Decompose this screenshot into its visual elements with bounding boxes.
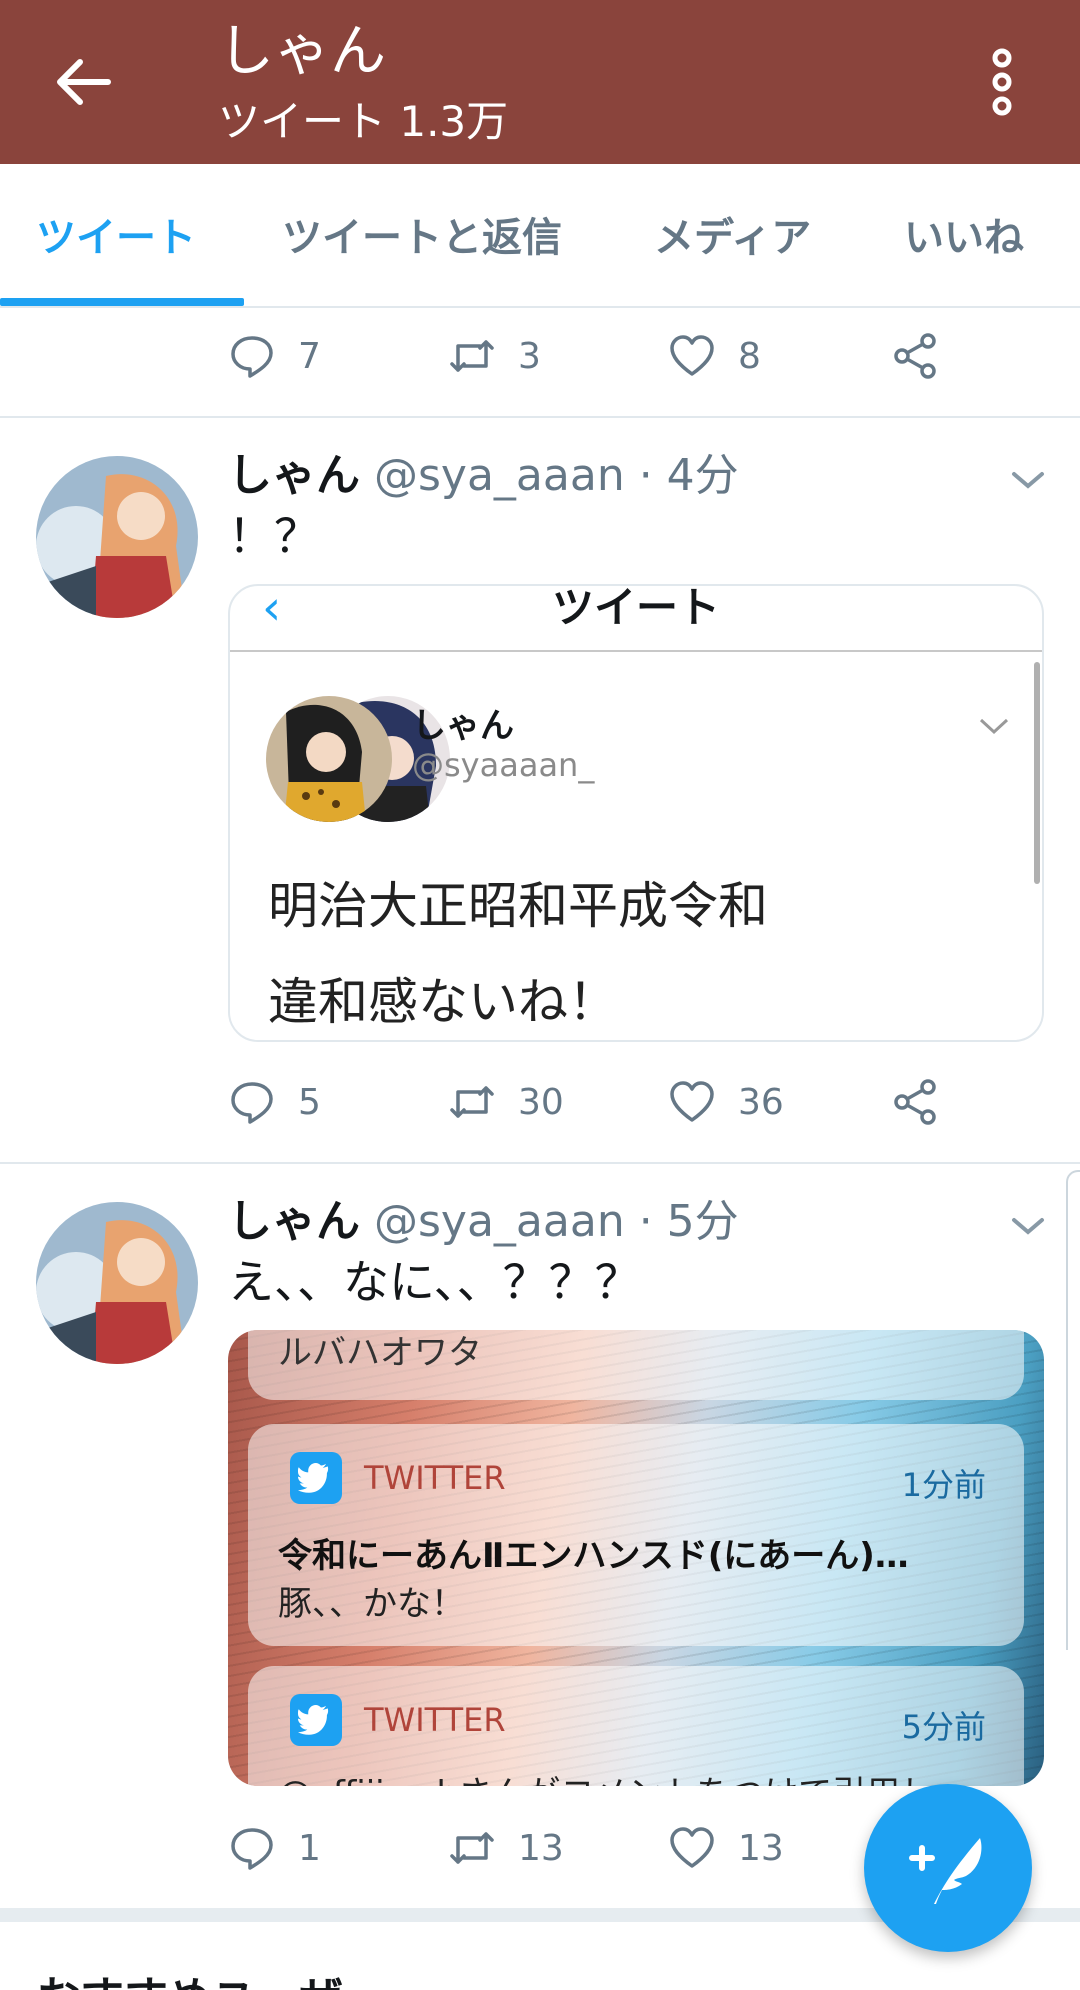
share-icon <box>894 333 936 379</box>
like-button[interactable]: 13 <box>668 1818 784 1878</box>
retweet-count: 13 <box>518 1827 564 1869</box>
chevron-down-icon[interactable] <box>1010 468 1046 492</box>
twitter-bird-icon <box>290 1452 342 1504</box>
heart-icon <box>670 335 714 376</box>
tab-tweets[interactable]: ツイート <box>36 212 196 264</box>
notification-app-name: TWITTER <box>364 1459 506 1497</box>
retweet-count: 30 <box>518 1081 564 1123</box>
share-button[interactable] <box>890 1072 938 1132</box>
more-vertical-icon[interactable] <box>984 46 1020 118</box>
twitter-bird-icon <box>290 1694 342 1746</box>
compose-tweet-button[interactable] <box>864 1784 1032 1952</box>
recommended-users-heading: おすすめユーザー <box>36 1962 387 1990</box>
embedded-nav-title: ツイート <box>551 584 720 632</box>
heart-icon <box>670 1081 714 1122</box>
active-tab-indicator <box>0 298 244 306</box>
notification-time: 1分前 <box>901 1466 986 1504</box>
share-button[interactable] <box>890 326 938 386</box>
tweet-time: · 5分 <box>638 1196 739 1247</box>
author-name[interactable]: しゃん <box>228 1196 360 1247</box>
embedded-author-name: しゃん <box>412 706 514 746</box>
embedded-nav-bar: ‹ ツイート <box>230 586 1042 652</box>
avatar[interactable] <box>36 456 198 618</box>
notification-card: TWITTER 5分前 @affiii_nrhさんがコメントをつけて引用し <box>248 1666 1024 1786</box>
retweet-count: 3 <box>518 335 541 377</box>
like-count: 13 <box>738 1827 784 1869</box>
tab-media[interactable]: メディア <box>654 212 811 264</box>
retweet-icon <box>450 1086 494 1118</box>
reply-icon <box>231 1082 273 1124</box>
compose-feather-icon <box>909 1838 982 1904</box>
notification-body: @affiii_nrhさんがコメントをつけて引用し <box>278 1766 934 1786</box>
tweet-actions: 5 30 36 <box>228 1072 988 1132</box>
reply-button[interactable]: 7 <box>228 326 321 386</box>
reply-button[interactable]: 5 <box>228 1072 321 1132</box>
embedded-author-handle: @syaaaan_ <box>412 746 595 784</box>
reply-icon <box>231 1828 273 1870</box>
retweet-icon <box>450 1832 494 1864</box>
divider <box>0 416 1080 418</box>
reply-count: 1 <box>298 1827 321 1869</box>
divider <box>0 1162 1080 1164</box>
tab-tweets-and-replies[interactable]: ツイートと返信 <box>282 212 562 264</box>
embedded-text-line: 違和感ないね！ <box>268 973 618 1031</box>
retweet-button[interactable]: 13 <box>448 1818 564 1878</box>
tweet-text: ！？ <box>228 509 320 563</box>
notification-body: 豚、、かな！ <box>278 1584 465 1624</box>
avatar[interactable] <box>36 1202 198 1364</box>
heart-icon <box>670 1827 714 1868</box>
retweet-button[interactable]: 3 <box>448 326 541 386</box>
scrollbar <box>1034 662 1040 884</box>
like-button[interactable]: 8 <box>668 326 761 386</box>
profile-tabs: ツイート ツイートと返信 メディア いいね <box>0 164 1080 308</box>
arrow-left-icon[interactable] <box>52 50 116 114</box>
tweet-text: え、、なに、、？？？ <box>228 1255 641 1309</box>
notification-title: 令和にーあんⅡエンハンスド(にあーん)… <box>278 1536 909 1576</box>
side-panel-edge <box>1066 1170 1080 1650</box>
share-icon <box>894 1079 936 1125</box>
embedded-avatar-left <box>266 696 392 822</box>
like-count: 8 <box>738 335 761 377</box>
notification-time: 5分前 <box>901 1708 986 1746</box>
author-handle[interactable]: @sya_aaan <box>374 1196 625 1247</box>
like-button[interactable]: 36 <box>668 1072 784 1132</box>
tweet-count: ツイート 1.3万 <box>218 97 509 146</box>
retweet-icon <box>450 340 494 372</box>
page-title: しゃん <box>218 19 386 84</box>
notification-app-name: TWITTER <box>364 1701 506 1739</box>
reply-icon <box>231 336 273 378</box>
tweet-time: · 4分 <box>638 450 739 501</box>
author-handle[interactable]: @sya_aaan <box>374 450 625 501</box>
notification-card: TWITTER 1分前 令和にーあんⅡエンハンスド(にあーん)… 豚、、かな！ <box>248 1424 1024 1646</box>
embedded-text-line: 明治大正昭和平成令和 <box>268 877 768 935</box>
reply-count: 7 <box>298 335 321 377</box>
reply-count: 5 <box>298 1081 321 1123</box>
chevron-down-icon <box>979 718 1009 735</box>
like-count: 36 <box>738 1081 784 1123</box>
tweet-actions: 7 3 8 <box>228 326 988 386</box>
embedded-screenshot[interactable]: ルバハオワタ TWITTER 1分前 令和にーあんⅡエンハンスド(にあーん)… … <box>228 1330 1044 1786</box>
profile-header: しゃん ツイート 1.3万 <box>0 0 1080 164</box>
embedded-screenshot[interactable]: ‹ ツイート しゃん @syaaaan_ 明治大正昭和平成令和 違和感ないね！ <box>228 584 1044 1042</box>
author-name[interactable]: しゃん <box>228 450 360 501</box>
reply-button[interactable]: 1 <box>228 1818 321 1878</box>
chevron-down-icon[interactable] <box>1010 1214 1046 1238</box>
tab-likes[interactable]: いいね <box>904 212 1024 264</box>
notification-peek: ルバハオワタ <box>248 1330 1024 1400</box>
retweet-button[interactable]: 30 <box>448 1072 564 1132</box>
